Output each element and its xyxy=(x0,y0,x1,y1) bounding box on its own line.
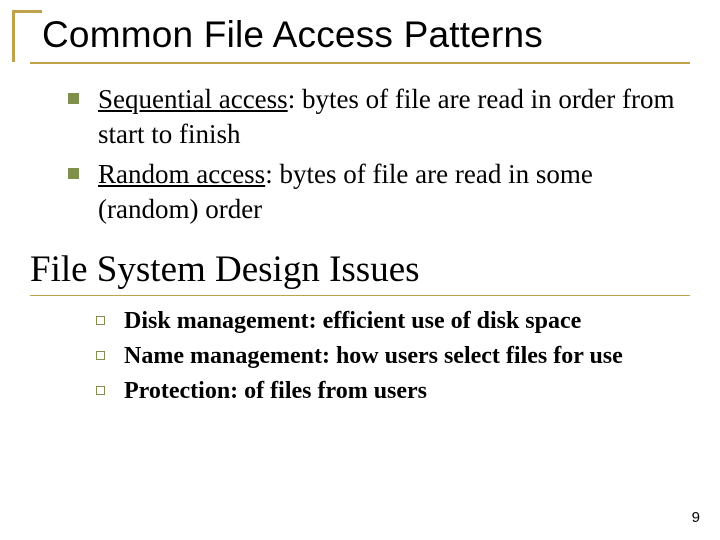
list-item: Disk management: efficient use of disk s… xyxy=(96,306,690,337)
list-text: Disk management: efficient use of disk s… xyxy=(124,308,581,334)
section-heading: File System Design Issues xyxy=(30,248,690,291)
section-rule xyxy=(30,295,690,296)
slide: Common File Access Patterns Sequential a… xyxy=(0,0,720,540)
title-rule xyxy=(30,62,690,64)
list-text: Protection: of files from users xyxy=(124,378,427,404)
square-bullet-icon xyxy=(68,168,79,179)
term: Sequential access xyxy=(98,84,288,114)
bullet-list-1: Sequential access: bytes of file are rea… xyxy=(30,82,690,226)
hollow-bullet-icon xyxy=(96,351,105,360)
page-title: Common File Access Patterns xyxy=(32,14,690,56)
term: Random access xyxy=(98,159,265,189)
page-number: 9 xyxy=(692,509,700,526)
hollow-bullet-icon xyxy=(96,316,105,325)
list-item: Name management: how users select files … xyxy=(96,341,690,372)
bullet-list-2: Disk management: efficient use of disk s… xyxy=(30,306,690,406)
square-bullet-icon xyxy=(68,93,79,104)
list-item: Random access: bytes of file are read in… xyxy=(68,157,690,226)
accent-corner xyxy=(12,10,42,62)
list-item: Protection: of files from users xyxy=(96,376,690,407)
list-text: Name management: how users select files … xyxy=(124,343,623,369)
list-item: Sequential access: bytes of file are rea… xyxy=(68,82,690,151)
hollow-bullet-icon xyxy=(96,386,105,395)
